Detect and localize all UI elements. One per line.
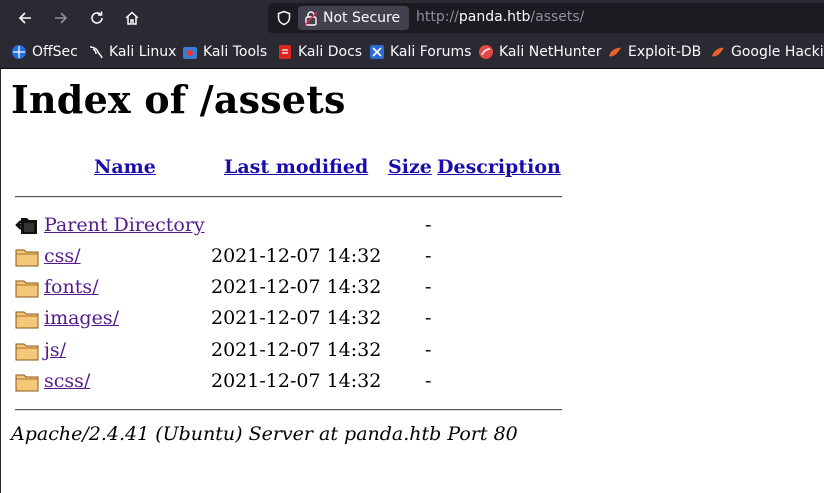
back-arrow-icon [18,12,31,24]
table-row: css/ 2021-12-07 14:32 - [1,242,601,270]
insecure-lock-icon [304,11,318,26]
directory-link-images[interactable]: images/ [44,307,119,329]
forward-button[interactable] [47,4,75,32]
directory-link-css[interactable]: css/ [44,245,81,267]
exploitdb-icon [609,47,621,57]
forward-arrow-icon [55,12,68,24]
bookmark-kali-docs[interactable]: Kali Docs [277,43,362,61]
folder-icon [15,280,39,298]
sort-by-last-modified-link[interactable]: Last modified [224,156,368,178]
column-header-last-modified[interactable]: Last modified [224,156,368,178]
address-bar[interactable]: Not Secure http://panda.htb/assets/ [268,3,824,33]
page-content: Index of /assets Name Last modified Size… [0,69,824,493]
directory-link-scss[interactable]: scss/ [44,370,90,392]
bookmark-label: Kali NetHunter [499,44,602,60]
bookmark-exploit-db[interactable]: Exploit-DB [607,43,701,61]
file-size: - [425,245,432,267]
folder-icon [15,374,39,392]
modified-date: 2021-12-07 14:32 [211,276,382,298]
directory-link-js[interactable]: js/ [44,339,66,361]
folder-icon [15,249,39,267]
kali-dragon-icon [89,46,103,59]
reload-icon [91,11,103,24]
table-row: images/ 2021-12-07 14:32 - [1,304,601,332]
file-size: - [425,276,432,298]
bookmark-google-hacking[interactable]: Google Hackin [710,43,824,61]
modified-date: 2021-12-07 14:32 [211,339,382,361]
file-size: - [425,307,432,329]
url-scheme: http:// [416,9,459,25]
bookmark-kali-nethunter[interactable]: Kali NetHunter [478,43,601,61]
browser-toolbar: Not Secure http://panda.htb/assets/ [0,0,824,36]
directory-link-fonts[interactable]: fonts/ [44,276,99,298]
bookmark-offsec[interactable]: OffSec [11,43,78,61]
footer-divider [15,409,562,411]
file-size: - [425,370,432,392]
table-row: js/ 2021-12-07 14:32 - [1,336,601,364]
bookmark-kali-linux[interactable]: Kali Linux [88,43,176,61]
kali-docs-icon [279,45,291,59]
bookmarks-toolbar: OffSec Kali Linux Kali Tools Kali Docs K… [0,36,824,69]
tracking-protection-shield-icon[interactable] [276,10,292,26]
not-secure-label: Not Secure [323,10,401,26]
folder-icon [15,311,39,329]
parent-directory-link[interactable]: Parent Directory [44,214,205,236]
home-button[interactable] [118,4,146,32]
reload-button[interactable] [83,4,111,32]
bookmark-label: Exploit-DB [628,44,702,60]
bookmark-label: Kali Linux [109,44,177,60]
sort-by-name-link[interactable]: Name [94,156,156,178]
header-divider [15,196,562,198]
url-path: /assets/ [530,9,585,25]
folder-icon [15,343,39,361]
table-row: scss/ 2021-12-07 14:32 - [1,367,601,395]
column-header-size[interactable]: Size [388,156,432,178]
file-size: - [425,339,432,361]
sort-by-size-link[interactable]: Size [388,156,432,178]
modified-date: 2021-12-07 14:32 [211,245,382,267]
sort-by-description-link[interactable]: Description [437,156,561,178]
modified-date: 2021-12-07 14:32 [211,307,382,329]
kali-forums-icon [370,45,384,59]
bookmark-label: Google Hackin [731,44,824,60]
site-security-indicator[interactable]: Not Secure [298,6,410,30]
kali-tools-icon [183,47,197,59]
page-title: Index of /assets [11,77,346,122]
bookmark-label: OffSec [32,44,78,60]
column-header-description[interactable]: Description [437,156,561,178]
bookmark-kali-forums[interactable]: Kali Forums [369,43,471,61]
bookmark-kali-tools[interactable]: Kali Tools [182,43,267,61]
bookmark-label: Kali Forums [390,44,472,60]
table-row: Parent Directory - [1,211,601,239]
back-button[interactable] [11,4,39,32]
bookmark-label: Kali Docs [298,44,363,60]
ghdb-icon [712,47,724,57]
url-text[interactable]: http://panda.htb/assets/ [416,9,584,25]
nethunter-icon [479,45,493,59]
url-host: panda.htb [458,9,531,25]
file-size: - [425,214,432,236]
parent-directory-icon [15,218,37,234]
bookmark-label: Kali Tools [203,44,268,60]
home-icon [125,11,139,25]
table-row: fonts/ 2021-12-07 14:32 - [1,273,601,301]
server-signature: Apache/2.4.41 (Ubuntu) Server at panda.h… [11,423,518,445]
column-header-name[interactable]: Name [94,156,156,178]
modified-date: 2021-12-07 14:32 [211,370,382,392]
offsec-icon [12,45,26,59]
